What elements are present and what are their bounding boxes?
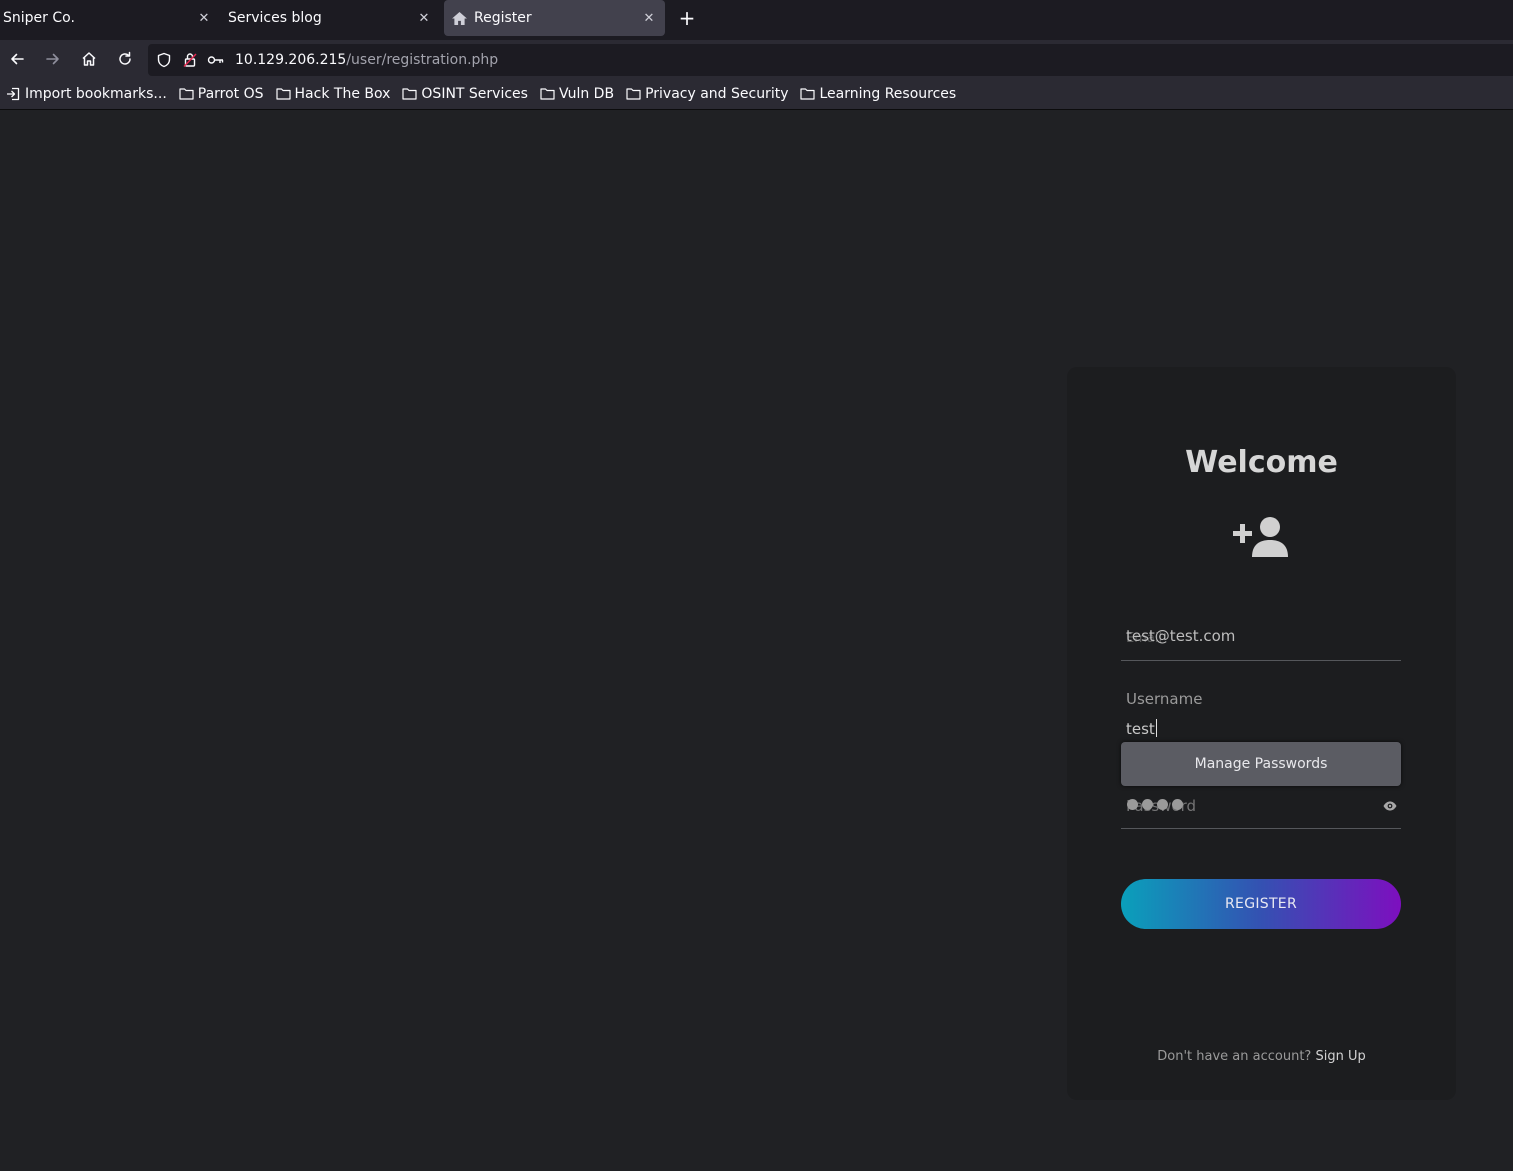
username-label: Username bbox=[1126, 690, 1203, 708]
signup-link[interactable]: Sign Up bbox=[1315, 1049, 1365, 1064]
home-icon[interactable] bbox=[74, 44, 104, 74]
password-dot bbox=[1127, 799, 1138, 810]
eye-icon[interactable] bbox=[1383, 797, 1397, 811]
bookmark-label: OSINT Services bbox=[421, 85, 528, 102]
folder-icon bbox=[800, 87, 816, 101]
username-value: test bbox=[1126, 720, 1155, 738]
reload-icon[interactable] bbox=[110, 44, 140, 74]
bookmark-label: Learning Resources bbox=[819, 85, 957, 102]
import-icon bbox=[6, 87, 22, 101]
key-icon[interactable] bbox=[203, 47, 229, 73]
password-field[interactable]: Password bbox=[1121, 787, 1401, 829]
shield-icon[interactable] bbox=[151, 47, 177, 73]
folder-icon bbox=[402, 87, 418, 101]
folder-icon bbox=[179, 87, 195, 101]
navigation-bar: 10.129.206.215/user/registration.php bbox=[0, 40, 1513, 78]
bookmark-parrot-os[interactable]: Parrot OS bbox=[179, 86, 264, 102]
bookmark-osint-services[interactable]: OSINT Services bbox=[402, 86, 528, 102]
bookmark-privacy-and-security[interactable]: Privacy and Security bbox=[626, 86, 788, 102]
close-icon[interactable]: ✕ bbox=[639, 8, 659, 28]
bookmark-import[interactable]: Import bookmarks... bbox=[6, 86, 167, 102]
signup-prompt-line: Don't have an account? Sign Up bbox=[1067, 1049, 1456, 1064]
close-icon[interactable]: ✕ bbox=[194, 8, 214, 28]
page-title: Welcome bbox=[1185, 445, 1338, 480]
forward-arrow-icon[interactable] bbox=[38, 44, 68, 74]
url-bar[interactable]: 10.129.206.215/user/registration.php bbox=[148, 44, 1513, 76]
tab-strip: Sniper Co. ✕ Services blog ✕ Register ✕ … bbox=[0, 0, 1513, 40]
close-icon[interactable]: ✕ bbox=[414, 8, 434, 28]
password-input[interactable] bbox=[1127, 799, 1187, 810]
folder-icon bbox=[626, 87, 642, 101]
password-dot bbox=[1142, 799, 1153, 810]
username-field[interactable]: Username test bbox=[1121, 679, 1401, 741]
url-path: /user/registration.php bbox=[346, 52, 499, 68]
folder-icon bbox=[275, 87, 292, 101]
home-favicon-icon bbox=[452, 11, 468, 25]
bookmark-label: Import bookmarks... bbox=[25, 85, 167, 102]
bookmark-learning-resources[interactable]: Learning Resources bbox=[800, 86, 956, 102]
bookmark-label: Hack The Box bbox=[294, 85, 391, 102]
tab-services-blog[interactable]: Services blog ✕ bbox=[220, 0, 440, 36]
bookmark-hack-the-box[interactable]: Hack The Box bbox=[275, 85, 391, 102]
bookmarks-toolbar: Import bookmarks... Parrot OS Hack The B… bbox=[0, 78, 1513, 110]
email-input[interactable]: test@test.com bbox=[1126, 627, 1235, 645]
tab-register[interactable]: Register ✕ bbox=[444, 0, 665, 36]
tab-sniper-co[interactable]: Sniper Co. ✕ bbox=[0, 0, 220, 36]
password-dot bbox=[1172, 799, 1183, 810]
bookmark-label: Parrot OS bbox=[197, 85, 264, 102]
manage-passwords-button[interactable]: Manage Passwords bbox=[1121, 742, 1401, 786]
text-caret bbox=[1155, 719, 1157, 737]
register-button[interactable]: REGISTER bbox=[1121, 879, 1401, 929]
bookmark-label: Vuln DB bbox=[558, 85, 615, 102]
back-arrow-icon[interactable] bbox=[2, 44, 32, 74]
bookmark-label: Privacy and Security bbox=[645, 85, 789, 102]
email-field[interactable]: Email test@test.com bbox=[1121, 617, 1401, 661]
signup-prompt: Don't have an account? bbox=[1157, 1049, 1312, 1064]
password-dot bbox=[1157, 799, 1168, 810]
folder-icon bbox=[540, 87, 556, 101]
insecure-lock-icon[interactable] bbox=[177, 47, 203, 73]
new-tab-plus-icon[interactable]: + bbox=[673, 0, 701, 36]
add-user-icon bbox=[1232, 515, 1290, 559]
tab-title: Register bbox=[474, 10, 532, 26]
url-host: 10.129.206.215 bbox=[235, 52, 347, 68]
tab-title: Sniper Co. bbox=[3, 10, 75, 26]
tab-title: Services blog bbox=[228, 10, 322, 26]
username-input[interactable]: test bbox=[1126, 719, 1157, 738]
page-content: Welcome Email test@test.com Username tes… bbox=[0, 111, 1513, 1171]
url-text[interactable]: 10.129.206.215/user/registration.php bbox=[235, 52, 498, 68]
bookmark-vuln-db[interactable]: Vuln DB bbox=[540, 86, 614, 102]
registration-card: Welcome Email test@test.com Username tes… bbox=[1067, 367, 1456, 1100]
